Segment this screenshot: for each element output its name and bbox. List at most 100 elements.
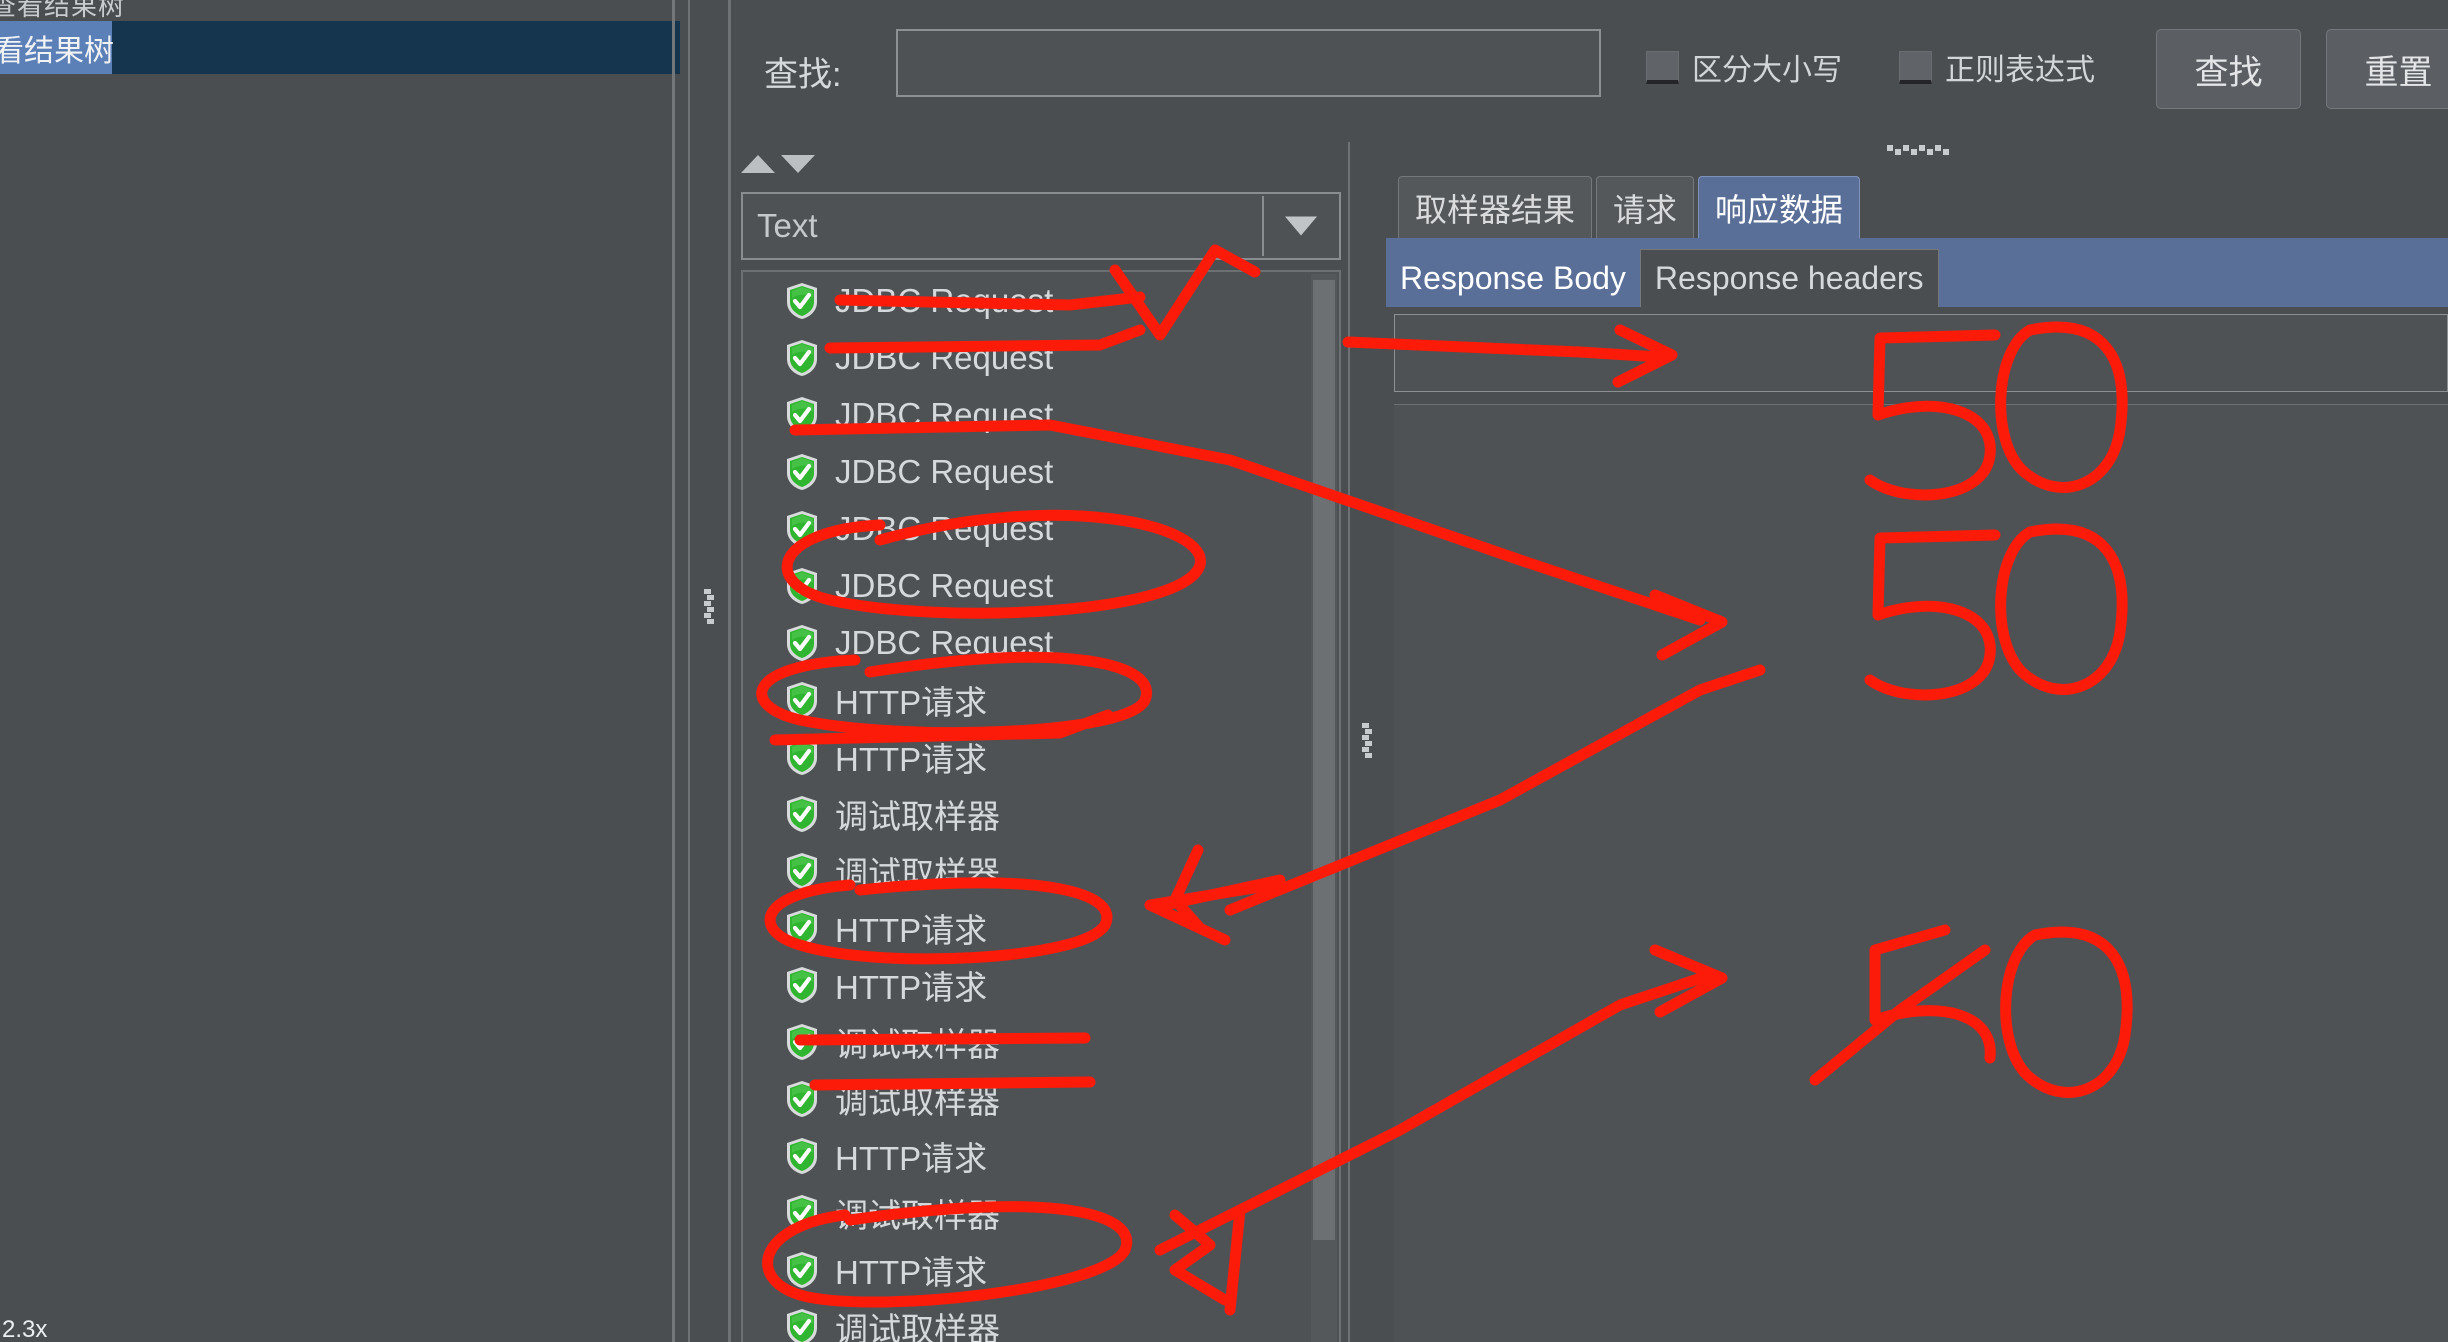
success-shield-icon (785, 339, 819, 377)
zoom-level-indicator: 2.3x (2, 1316, 48, 1342)
tree-row[interactable]: JDBC Request (743, 386, 1339, 443)
tree-row-label: HTTP请求 (835, 911, 988, 949)
tree-row[interactable]: 调试取样器 (743, 1070, 1339, 1127)
tree-row-label: JDBC Request (835, 566, 1054, 604)
case-sensitive-checkbox[interactable]: 区分大小写 (1646, 45, 1842, 89)
tree-row-label: 调试取样器 (835, 1025, 1000, 1063)
listener-tab-label: 看结果树 (0, 34, 114, 68)
success-shield-icon (785, 510, 819, 548)
cut-off-title-strip: 查看结果树 (0, 0, 680, 20)
tree-rows-container: JDBC Request JDBC Request JDBC Request JDBC… (743, 272, 1339, 1342)
regex-label: 正则表达式 (1945, 54, 2095, 87)
results-tree[interactable]: JDBC Request JDBC Request JDBC Request JDBC… (741, 270, 1341, 1342)
tree-row-label: HTTP请求 (835, 1139, 988, 1177)
middle-splitter-edge (1348, 142, 1350, 1342)
subtab-response-headers[interactable]: Response headers (1639, 249, 1939, 307)
response-toolbar[interactable] (1394, 314, 2448, 392)
chevron-down-icon[interactable] (1285, 216, 1317, 236)
tree-row[interactable]: HTTP请求 (743, 899, 1339, 956)
panel-splitter-left[interactable] (688, 0, 728, 1342)
listener-tab-bar: 看结果树 (0, 21, 680, 75)
success-shield-icon (785, 1251, 819, 1289)
success-shield-icon (785, 624, 819, 662)
tree-row[interactable]: JDBC Request (743, 443, 1339, 500)
find-button[interactable]: 查找 (2156, 29, 2301, 109)
triangle-down-icon[interactable] (781, 155, 815, 173)
tree-row-label: 调试取样器 (835, 854, 1000, 892)
filter-type-value: Text (757, 207, 818, 244)
tree-row[interactable]: HTTP请求 (743, 671, 1339, 728)
search-label: 查找: (764, 56, 842, 94)
success-shield-icon (785, 1194, 819, 1232)
tree-row[interactable]: HTTP请求 (743, 1241, 1339, 1298)
tree-row[interactable]: JDBC Request (743, 500, 1339, 557)
filter-type-combo[interactable]: Text (741, 192, 1341, 260)
panel-splitter-middle[interactable] (1348, 142, 1384, 1342)
subtab-response-body[interactable]: Response Body (1386, 249, 1640, 307)
regex-checkbox[interactable]: 正则表达式 (1899, 45, 2095, 89)
tree-row[interactable]: 调试取样器 (743, 785, 1339, 842)
success-shield-icon (785, 396, 819, 434)
tree-row-label: JDBC Request (835, 623, 1054, 661)
tree-row[interactable]: JDBC Request (743, 329, 1339, 386)
result-panel-top-strip (1386, 142, 2448, 166)
success-shield-icon (785, 795, 819, 833)
triangle-up-icon[interactable] (741, 155, 775, 173)
tree-row[interactable]: JDBC Request (743, 557, 1339, 614)
search-toolbar: 查找: 区分大小写 正则表达式 查找 重置 (728, 0, 2448, 142)
response-body-area[interactable] (1394, 404, 2448, 1342)
tree-row[interactable]: 调试取样器 (743, 1013, 1339, 1070)
success-shield-icon (785, 909, 819, 947)
tree-row[interactable]: HTTP请求 (743, 956, 1339, 1013)
middle-splitter-grip-dots (1362, 722, 1372, 759)
success-shield-icon (785, 738, 819, 776)
tree-row[interactable]: 调试取样器 (743, 1184, 1339, 1241)
tree-row-label: HTTP请求 (835, 740, 988, 778)
response-subtab-bar[interactable]: Response Body Response headers (1386, 245, 2448, 307)
tab-request[interactable]: 请求 (1596, 176, 1695, 238)
left-fragment-panel: 查看结果树 看结果树 2.3x (0, 0, 680, 1342)
tree-column: Text JDBC Request JDBC Request JDBC Reques… (728, 142, 1364, 1342)
tree-row[interactable]: 调试取样器 (743, 842, 1339, 899)
sidebar-item-view-results-tree[interactable]: 看结果树 (0, 21, 114, 74)
success-shield-icon (785, 1137, 819, 1175)
sort-controls (741, 147, 1341, 187)
tree-row[interactable]: HTTP请求 (743, 1127, 1339, 1184)
splitter-left-edge (688, 0, 690, 1342)
tab-response-data[interactable]: 响应数据 (1698, 176, 1861, 238)
combo-separator (1262, 196, 1264, 256)
tree-row[interactable]: JDBC Request (743, 614, 1339, 671)
search-input[interactable] (896, 29, 1601, 97)
tree-row-label: 调试取样器 (835, 1196, 1000, 1234)
result-tab-bar[interactable]: 取样器结果 请求 响应数据 (1398, 170, 1864, 238)
tree-row[interactable]: 调试取样器 (743, 1298, 1339, 1342)
fragment-right-border (672, 0, 675, 1342)
tree-row-label: HTTP请求 (835, 1253, 988, 1291)
tab-sampler-result[interactable]: 取样器结果 (1398, 176, 1593, 238)
main-panel: 查找: 区分大小写 正则表达式 查找 重置 Text JDBC Request … (728, 0, 2448, 1342)
tree-vertical-scrollbar[interactable] (1311, 274, 1337, 1342)
tree-row-label: 调试取样器 (835, 1310, 1000, 1342)
tree-row[interactable]: HTTP请求 (743, 728, 1339, 785)
scrollbar-thumb[interactable] (1313, 280, 1335, 1240)
response-body-text (1394, 405, 2448, 425)
success-shield-icon (785, 1023, 819, 1061)
splitter-grip-dots (704, 588, 714, 625)
result-tab-underline (1386, 238, 2448, 245)
tree-row-label: HTTP请求 (835, 683, 988, 721)
tree-row-label: JDBC Request (835, 395, 1054, 433)
checkbox-box-regex (1899, 50, 1932, 84)
success-shield-icon (785, 681, 819, 719)
horizontal-splitter-grip-dots[interactable] (1886, 145, 1950, 155)
case-sensitive-label: 区分大小写 (1692, 54, 1842, 87)
tree-row[interactable]: JDBC Request (743, 272, 1339, 329)
success-shield-icon (785, 852, 819, 890)
checkbox-box-case-sensitive (1646, 50, 1679, 84)
tree-row-label: JDBC Request (835, 338, 1054, 376)
tree-row-label: 调试取样器 (835, 797, 1000, 835)
success-shield-icon (785, 282, 819, 320)
success-shield-icon (785, 1308, 819, 1342)
success-shield-icon (785, 966, 819, 1004)
reset-button[interactable]: 重置 (2326, 29, 2448, 109)
tree-row-label: JDBC Request (835, 509, 1054, 547)
